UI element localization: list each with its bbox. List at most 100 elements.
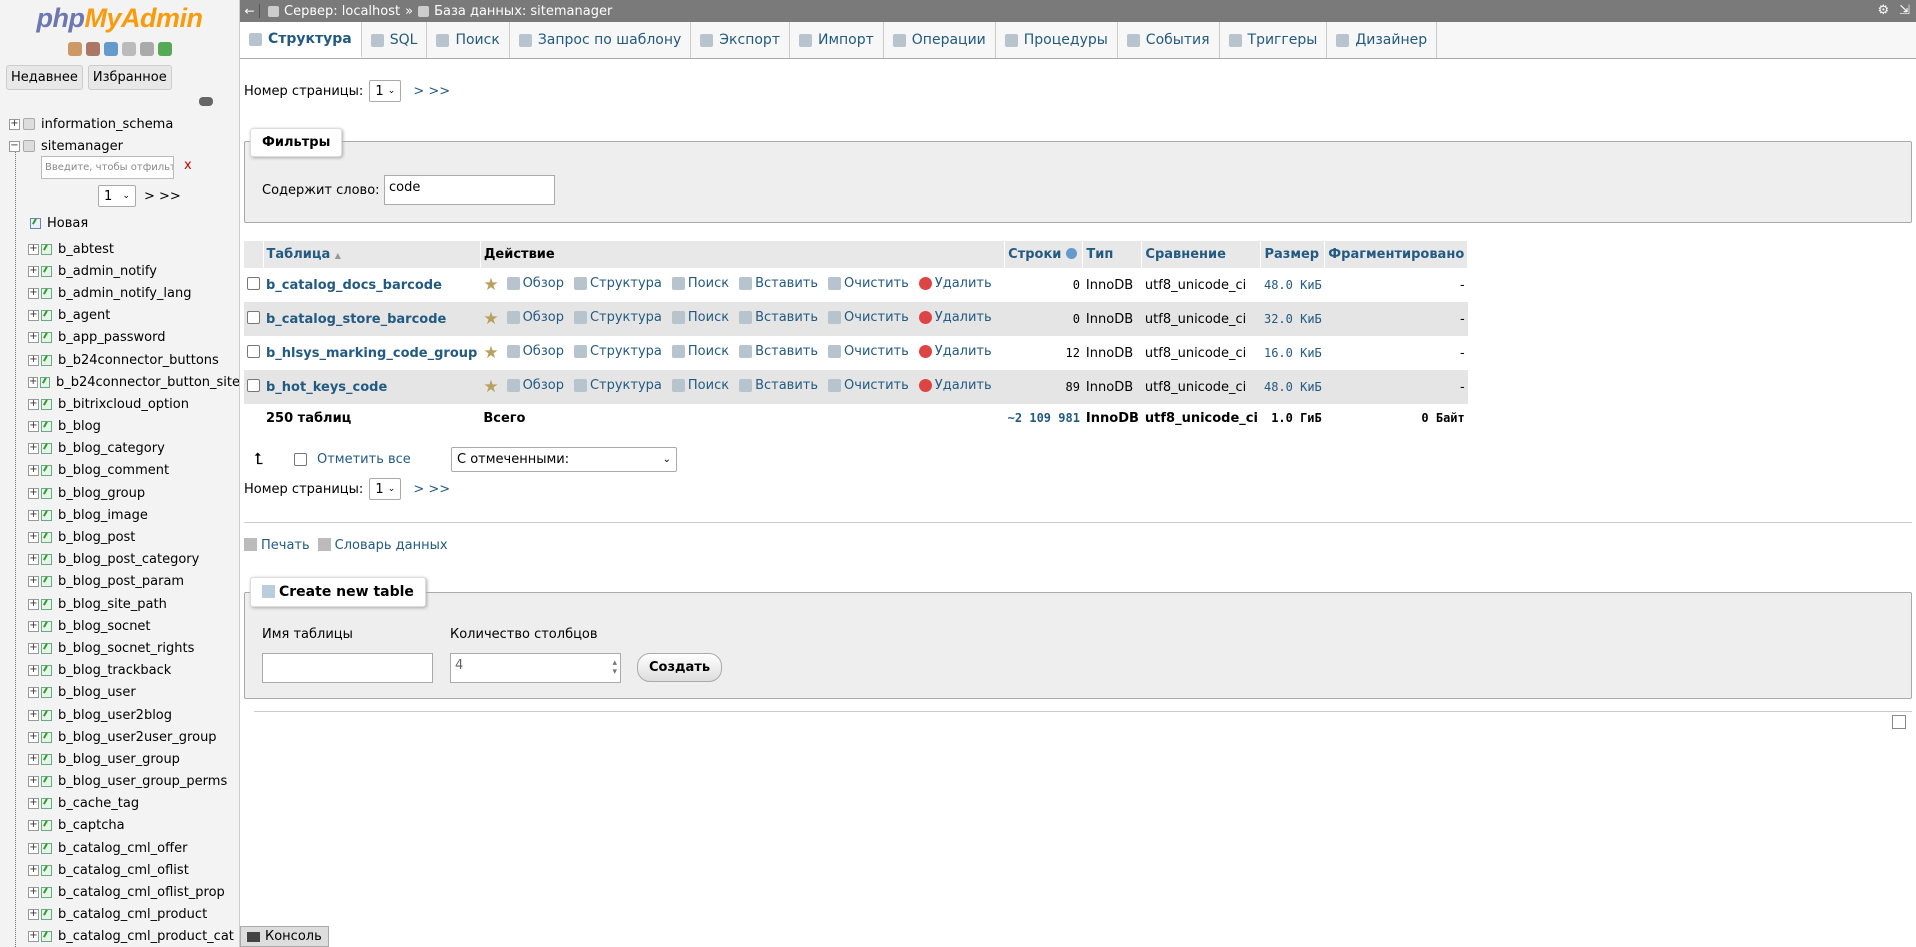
table-icon[interactable] <box>41 354 52 366</box>
favorite-star-icon[interactable]: ★ <box>483 377 498 397</box>
nav-table-item[interactable]: + b_blog_user2blog <box>0 704 239 726</box>
table-icon[interactable] <box>41 820 52 832</box>
empty-link[interactable]: Очистить <box>828 378 909 393</box>
expand-icon[interactable]: + <box>28 598 39 610</box>
insert-link[interactable]: Вставить <box>739 344 818 359</box>
type-header[interactable]: Тип <box>1082 241 1143 268</box>
expand-icon[interactable]: + <box>28 243 39 255</box>
home-icon[interactable] <box>67 42 82 56</box>
nav-table-item[interactable]: + b_admin_notify_lang <box>0 282 239 304</box>
search-link[interactable]: Поиск <box>671 276 729 291</box>
row-checkbox[interactable] <box>247 276 260 290</box>
nav-table-item[interactable]: + b_blog_post_category <box>0 549 239 571</box>
browse-link[interactable]: Обзор <box>506 378 564 393</box>
expand-icon[interactable]: + <box>28 398 39 410</box>
table-icon[interactable] <box>41 509 52 521</box>
size-header[interactable]: Размер <box>1260 241 1326 268</box>
drop-link[interactable]: Удалить <box>918 378 992 393</box>
nav-table-item[interactable]: + b_blog_trackback <box>0 660 239 682</box>
tab-operations[interactable]: Операции <box>884 22 996 58</box>
collation-header[interactable]: Сравнение <box>1141 241 1262 268</box>
insert-link[interactable]: Вставить <box>739 310 818 325</box>
table-icon[interactable] <box>41 665 52 677</box>
nav-page-select[interactable]: 1 ⌄ <box>98 185 136 207</box>
row-checkbox[interactable] <box>247 310 260 324</box>
page-select[interactable]: 1 ⌄ <box>369 80 402 102</box>
table-icon[interactable] <box>41 842 52 854</box>
logout-icon[interactable] <box>85 42 100 56</box>
table-icon[interactable] <box>41 443 52 455</box>
table-icon[interactable] <box>41 798 52 810</box>
nav-table-item[interactable]: + b_cache_tag <box>0 793 239 815</box>
nav-table-item[interactable]: + b_blog_group <box>0 482 239 504</box>
breadcrumb-server[interactable]: Сервер: localhost <box>284 4 400 19</box>
table-icon[interactable] <box>41 287 52 299</box>
expand-icon[interactable]: + <box>28 354 39 366</box>
browse-link[interactable]: Обзор <box>506 276 564 291</box>
expand-icon[interactable]: + <box>28 554 39 566</box>
table-name-header[interactable]: Таблица ▲ <box>263 241 481 268</box>
favorites-tab[interactable]: Избранное <box>87 65 172 90</box>
table-icon[interactable] <box>41 776 52 788</box>
expand-icon[interactable]: + <box>9 118 20 130</box>
table-icon[interactable] <box>41 398 52 410</box>
tab-query[interactable]: Запрос по шаблону <box>510 22 692 58</box>
row-size[interactable]: 16.0 КиБ <box>1260 336 1325 370</box>
table-icon[interactable] <box>41 864 52 876</box>
structure-link[interactable]: Структура <box>573 276 662 291</box>
page-settings-icon[interactable] <box>1892 715 1906 729</box>
page-select[interactable]: 1 ⌄ <box>369 478 402 500</box>
table-icon[interactable] <box>41 465 52 477</box>
row-size[interactable]: 48.0 КиБ <box>1260 268 1325 302</box>
expand-icon[interactable]: + <box>28 509 39 521</box>
db-item-information-schema[interactable]: + information_schema <box>0 113 239 135</box>
filter-word-input[interactable]: code <box>384 175 555 205</box>
drop-link[interactable]: Удалить <box>918 276 992 291</box>
check-all-label[interactable]: Отметить все <box>317 452 411 467</box>
table-icon[interactable] <box>41 709 52 721</box>
nav-table-item[interactable]: + b_blog <box>0 416 239 438</box>
expand-icon[interactable]: + <box>28 265 39 277</box>
table-icon[interactable] <box>41 576 52 588</box>
db-item-sitemanager[interactable]: − sitemanager <box>0 135 239 157</box>
tab-search[interactable]: Поиск <box>427 22 510 58</box>
check-all-checkbox[interactable] <box>294 452 307 466</box>
table-icon[interactable] <box>41 421 52 433</box>
expand-icon[interactable]: + <box>28 532 39 544</box>
expand-icon[interactable]: + <box>28 776 39 788</box>
nav-table-item[interactable]: + b_blog_user <box>0 682 239 704</box>
row-checkbox[interactable] <box>247 378 260 392</box>
table-name-link[interactable]: b_catalog_store_barcode <box>263 302 481 336</box>
expand-icon[interactable]: + <box>28 443 39 455</box>
row-size[interactable]: 32.0 КиБ <box>1260 302 1325 336</box>
tab-designer[interactable]: Дизайнер <box>1327 22 1438 58</box>
expand-icon[interactable]: + <box>28 798 39 810</box>
expand-icon[interactable]: + <box>28 487 39 499</box>
nav-table-item[interactable]: + b_b24connector_button_site <box>0 371 239 393</box>
nav-table-item[interactable]: + b_blog_category <box>0 438 239 460</box>
phpmyadmin-logo[interactable]: phpMyAdmin <box>0 0 239 38</box>
drop-link[interactable]: Удалить <box>918 344 992 359</box>
new-table-item[interactable]: Новая <box>30 216 88 231</box>
nav-table-item[interactable]: + b_catalog_cml_oflist <box>0 859 239 881</box>
link-with-main-icon[interactable] <box>199 97 213 106</box>
next-pages-link[interactable]: > >> <box>413 84 450 99</box>
reload-icon[interactable] <box>157 42 172 56</box>
nav-table-item[interactable]: + b_blog_user2user_group <box>0 726 239 748</box>
expand-icon[interactable]: + <box>28 909 39 921</box>
nav-table-item[interactable]: + b_blog_post <box>0 526 239 548</box>
empty-link[interactable]: Очистить <box>828 310 909 325</box>
gear-icon[interactable]: ⚙ <box>1877 3 1889 18</box>
nav-table-item[interactable]: + b_catalog_cml_offer <box>0 837 239 859</box>
table-name-link[interactable]: b_catalog_docs_barcode <box>263 268 481 302</box>
console-button[interactable]: Консоль <box>240 926 329 947</box>
table-icon[interactable] <box>41 598 52 610</box>
tab-routines[interactable]: Процедуры <box>996 22 1118 58</box>
expand-icon[interactable]: + <box>28 709 39 721</box>
nav-table-item[interactable]: + b_captcha <box>0 815 239 837</box>
search-link[interactable]: Поиск <box>671 310 729 325</box>
nav-table-item[interactable]: + b_blog_socnet <box>0 615 239 637</box>
settings-icon[interactable] <box>139 42 154 56</box>
expand-icon[interactable]: + <box>28 620 39 632</box>
insert-link[interactable]: Вставить <box>739 276 818 291</box>
